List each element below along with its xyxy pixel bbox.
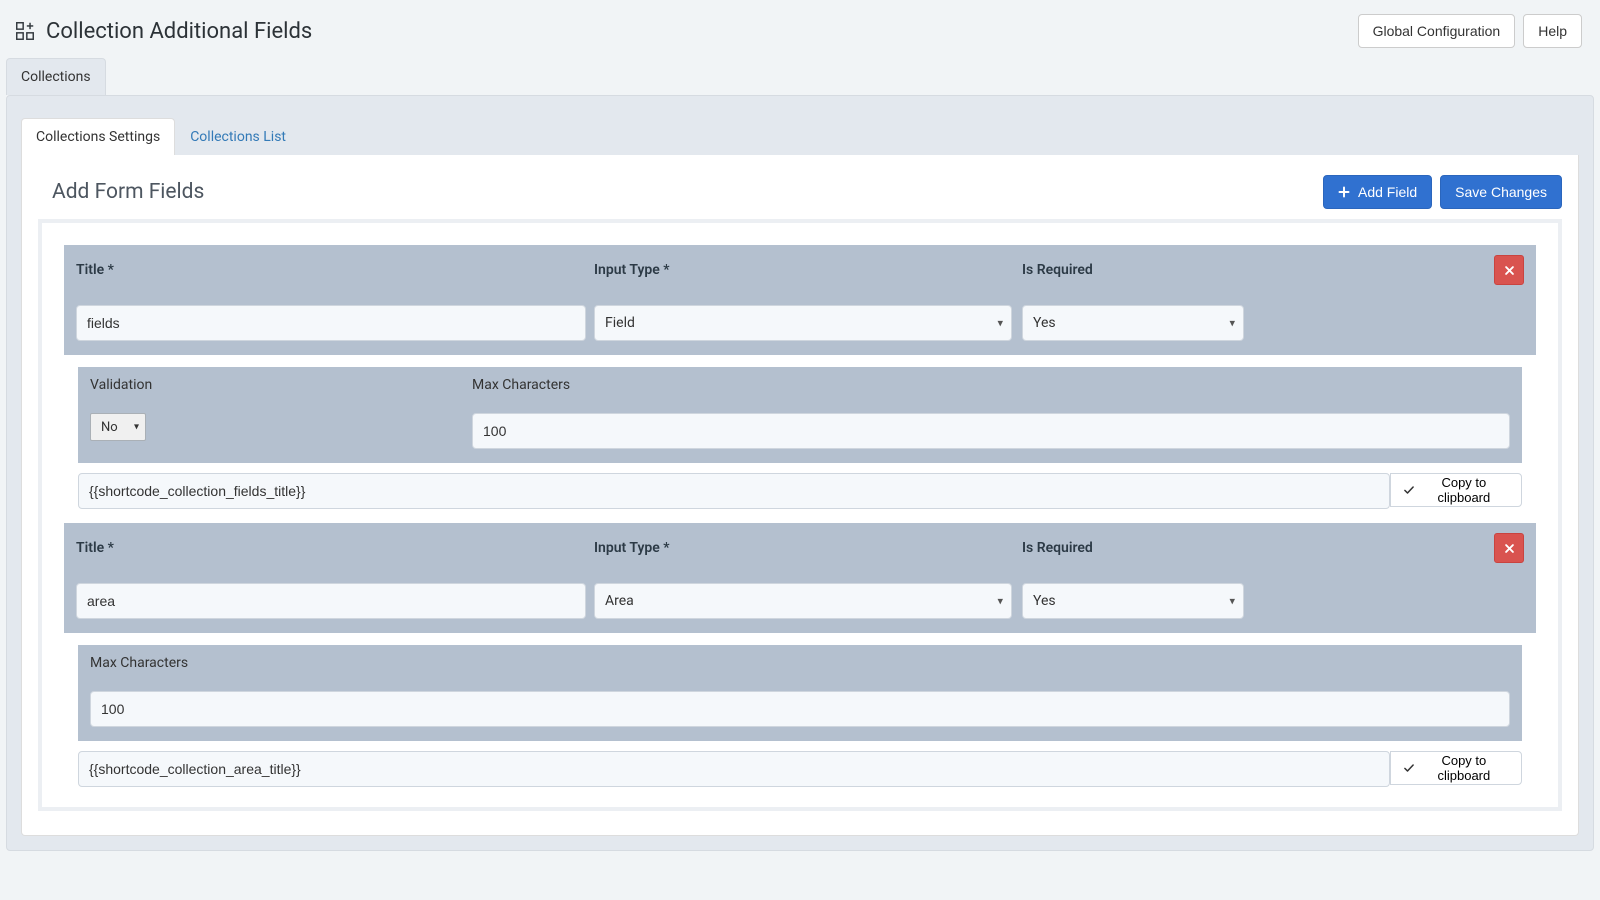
copy-label: Copy to clipboard (1419, 753, 1509, 783)
field-block: Title * Input Type * Is Required (64, 245, 1536, 509)
add-field-button[interactable]: Add Field (1323, 175, 1432, 209)
max-chars-input[interactable] (90, 691, 1510, 727)
max-chars-label: Max Characters (90, 655, 188, 671)
title-input[interactable] (76, 583, 586, 619)
is-required-label: Is Required (1022, 540, 1093, 556)
input-type-label: Input Type * (594, 540, 670, 556)
validation-label: Validation (90, 377, 152, 393)
close-icon (1504, 543, 1515, 554)
save-changes-button[interactable]: Save Changes (1440, 175, 1562, 209)
grid-plus-icon (14, 20, 36, 42)
tab-collections-settings[interactable]: Collections Settings (21, 118, 175, 155)
plus-icon (1338, 186, 1350, 198)
page-header-left: Collection Additional Fields (14, 19, 312, 44)
page-header-actions: Global Configuration Help (1358, 14, 1582, 48)
add-field-label: Add Field (1358, 184, 1417, 200)
container-outer: Collections Settings Collections List Ad… (6, 95, 1594, 851)
is-required-label: Is Required (1022, 262, 1093, 278)
tab-collections-list[interactable]: Collections List (175, 118, 301, 155)
tab-collections[interactable]: Collections (6, 58, 106, 95)
field-row-header: Title * Input Type * Is Required (64, 523, 1536, 573)
copy-to-clipboard-button[interactable]: Copy to clipboard (1390, 751, 1522, 785)
panel-actions: Add Field Save Changes (1323, 175, 1562, 209)
check-icon (1403, 762, 1415, 774)
delete-field-button[interactable] (1494, 533, 1524, 563)
sub-controls (78, 681, 1522, 741)
field-row-controls: Field Yes (64, 295, 1536, 355)
input-type-label: Input Type * (594, 262, 670, 278)
settings-panel: Add Form Fields Add Field Save Changes T… (21, 155, 1579, 836)
check-icon (1403, 484, 1415, 496)
sub-header: Max Characters (78, 645, 1522, 681)
max-chars-label: Max Characters (472, 377, 570, 393)
copy-label: Copy to clipboard (1419, 475, 1509, 505)
is-required-select[interactable]: Yes (1022, 305, 1244, 341)
field-row-controls: Area Yes (64, 573, 1536, 633)
panel-header: Add Form Fields Add Field Save Changes (38, 175, 1562, 219)
input-type-select[interactable]: Field (594, 305, 1012, 341)
sub-controls: No (78, 403, 1522, 463)
input-type-select[interactable]: Area (594, 583, 1012, 619)
field-sub-block: Max Characters (78, 645, 1522, 741)
panel-title: Add Form Fields (52, 180, 204, 204)
shortcode-input[interactable] (78, 473, 1390, 509)
close-icon (1504, 265, 1515, 276)
help-button[interactable]: Help (1523, 14, 1582, 48)
shortcode-row: Copy to clipboard (78, 473, 1522, 509)
validation-select[interactable]: No (90, 413, 146, 441)
field-block: Title * Input Type * Is Required (64, 523, 1536, 787)
delete-field-button[interactable] (1494, 255, 1524, 285)
copy-to-clipboard-button[interactable]: Copy to clipboard (1390, 473, 1522, 507)
max-chars-input[interactable] (472, 413, 1510, 449)
is-required-select[interactable]: Yes (1022, 583, 1244, 619)
shortcode-input[interactable] (78, 751, 1390, 787)
page-header: Collection Additional Fields Global Conf… (0, 0, 1600, 58)
shortcode-row: Copy to clipboard (78, 751, 1522, 787)
inner-tabs: Collections Settings Collections List (21, 118, 1579, 155)
sub-header: Validation Max Characters (78, 367, 1522, 403)
title-label: Title * (76, 262, 114, 278)
primary-tabs: Collections (0, 58, 1600, 95)
field-row-header: Title * Input Type * Is Required (64, 245, 1536, 295)
title-label: Title * (76, 540, 114, 556)
title-input[interactable] (76, 305, 586, 341)
global-configuration-button[interactable]: Global Configuration (1358, 14, 1516, 48)
field-sub-block: Validation Max Characters No (78, 367, 1522, 463)
fields-wrap: Title * Input Type * Is Required (38, 219, 1562, 811)
page-title: Collection Additional Fields (46, 19, 312, 44)
